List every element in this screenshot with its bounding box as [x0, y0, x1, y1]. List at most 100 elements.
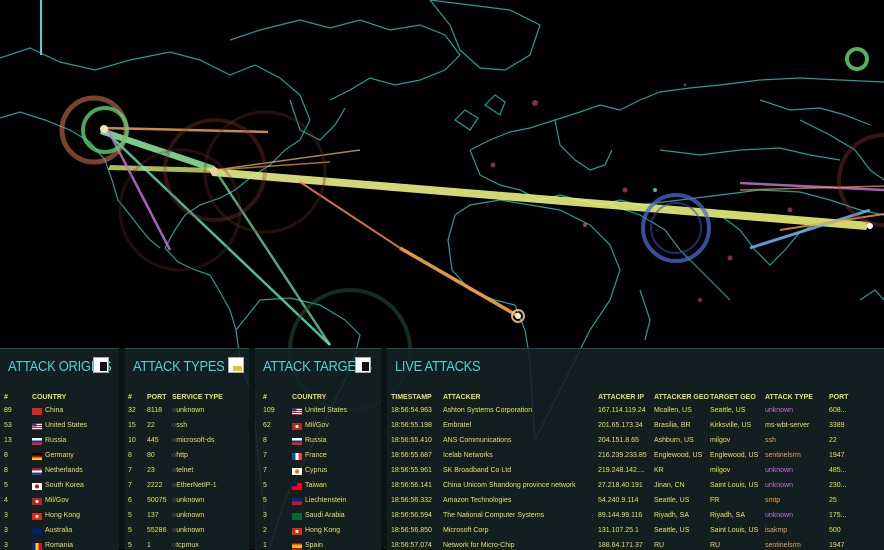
port-number: 23	[147, 467, 155, 474]
service-type: ssh	[172, 422, 187, 429]
list-item[interactable]: 2 Hong Kong	[255, 527, 381, 542]
hk-flag-icon	[292, 528, 302, 535]
port-number: 1	[147, 542, 151, 549]
cy-flag-icon	[292, 468, 302, 475]
table-row[interactable]: 18:56:56.332 Amazon Technologies 54.240.9.…	[387, 497, 884, 512]
table-row[interactable]: 18:56:56.594 The National Computer System…	[387, 512, 884, 527]
col-service-header: SERVICE TYPE	[172, 394, 223, 401]
list-item[interactable]: 4 Mil/Gov	[0, 497, 119, 512]
target-geo: Saint Louis, US	[710, 482, 759, 489]
attack-count: 62	[263, 422, 271, 429]
attack-count: 7	[263, 467, 267, 474]
attacker-ip: 167.114.119.24	[598, 407, 646, 414]
col-attacker-header: ATTACKER	[443, 394, 481, 401]
attack-type: isakmp	[765, 527, 788, 534]
service-type: tcpmux	[172, 542, 199, 549]
table-row[interactable]: 18:56:55.198 Embratel 201.65.173.34 Brasili…	[387, 422, 884, 437]
attacker-geo: Jinan, CN	[654, 482, 685, 489]
col-target-geo-header: TARGET GEO	[710, 394, 756, 401]
attacker-name: The National Computer Systems	[443, 512, 545, 519]
country-name: South Korea	[45, 482, 84, 489]
attacker-geo: RU	[654, 542, 665, 549]
list-item[interactable]: 7 23 telnet	[125, 467, 249, 482]
port-number: 3389	[829, 422, 845, 429]
attack-type: unknown	[765, 467, 794, 474]
list-item[interactable]: 10 445 microsoft-ds	[125, 437, 249, 452]
list-item[interactable]: 3 Australia	[0, 527, 119, 542]
attacker-geo: Riyadh, SA	[654, 512, 690, 519]
hk-flag-icon	[32, 513, 42, 520]
attack-type: unknown	[765, 482, 794, 489]
country-name: United States	[45, 422, 88, 429]
attack-count: 8	[4, 467, 8, 474]
country-name: France	[305, 452, 327, 459]
attack-count: 7	[128, 467, 132, 474]
attacker-name: China Unicom Shandong province network	[443, 482, 576, 489]
table-row[interactable]: 18:56:55.961 SK Broadband Co Ltd 219.248.1…	[387, 467, 884, 482]
country-name: Netherlands	[45, 467, 83, 474]
list-item[interactable]: 5 Taiwan	[255, 482, 381, 497]
attack-type: ssh	[765, 437, 776, 444]
service-type: unknown	[172, 407, 204, 414]
list-item[interactable]: 5 Liechtenstein	[255, 497, 381, 512]
col-count-header: #	[4, 394, 8, 401]
list-item[interactable]: 8 Netherlands	[0, 467, 119, 482]
list-item[interactable]: 5 South Korea	[0, 482, 119, 497]
col-port-header: PORT	[147, 394, 167, 401]
list-item[interactable]: 109 United States	[255, 407, 381, 422]
list-item[interactable]: 6 50075 unknown	[125, 497, 249, 512]
table-row[interactable]: 18:56:55.687 Icelab Networks 216.239.233.8…	[387, 452, 884, 467]
cn-flag-icon	[32, 408, 42, 415]
table-row[interactable]: 18:56:56.141 China Unicom Shandong provin…	[387, 482, 884, 497]
list-item[interactable]: 5 137 unknown	[125, 512, 249, 527]
port-number: 445	[147, 437, 159, 444]
table-row[interactable]: 18:56:54.963 Ashton Systems Corporation 16…	[387, 407, 884, 422]
list-item[interactable]: 8 Germany	[0, 452, 119, 467]
list-item[interactable]: 8 Russia	[255, 437, 381, 452]
timestamp: 18:56:55.687	[391, 452, 432, 459]
country-name: Australia	[45, 527, 73, 534]
list-item[interactable]: 8 80 http	[125, 452, 249, 467]
attack-count: 8	[263, 437, 267, 444]
table-row[interactable]: 18:56:56.850 Microsoft Corp 131.107.25.1 Se…	[387, 527, 884, 542]
list-item[interactable]: 53 United States	[0, 422, 119, 437]
port-number: 22	[147, 422, 155, 429]
attack-count: 53	[4, 422, 12, 429]
list-item[interactable]: 15 22 ssh	[125, 422, 249, 437]
attacker-geo: Ashburn, US	[654, 437, 694, 444]
country-name: Liechtenstein	[305, 497, 347, 504]
list-item[interactable]: 7 Cyprus	[255, 467, 381, 482]
attacker-geo: Brasilia, BR	[654, 422, 691, 429]
list-item[interactable]: 5 55286 unknown	[125, 527, 249, 542]
port-number: 485...	[829, 467, 847, 474]
list-item[interactable]: 13 Russia	[0, 437, 119, 452]
timestamp: 18:56:56.141	[391, 482, 432, 489]
list-item[interactable]: 7 2222 EtherNetIP-1	[125, 482, 249, 497]
attack-type: sentinelsrm	[765, 452, 801, 459]
list-item[interactable]: 3 Saudi Arabia	[255, 512, 381, 527]
panel-live-attacks: LIVE ATTACKS TIMESTAMP ATTACKER ATTACKER…	[387, 348, 884, 550]
list-item[interactable]: 89 China	[0, 407, 119, 422]
chart-toggle-icon[interactable]	[228, 357, 244, 373]
attack-count: 3	[263, 512, 267, 519]
list-item[interactable]: 3 Hong Kong	[0, 512, 119, 527]
attacker-name: Ashton Systems Corporation	[443, 407, 533, 414]
list-item[interactable]: 32 8118 unknown	[125, 407, 249, 422]
us-flag-icon	[32, 423, 42, 430]
col-country-header: COUNTRY	[32, 394, 67, 401]
country-name: China	[45, 407, 64, 414]
list-item[interactable]: 62 Mil/Gov	[255, 422, 381, 437]
attack-count: 7	[128, 482, 132, 489]
expand-toggle-icon[interactable]	[93, 357, 109, 373]
li-flag-icon	[292, 498, 302, 505]
attack-count: 15	[128, 422, 136, 429]
table-row[interactable]: 18:56:55.410 ANS Communications 204.151.8.…	[387, 437, 884, 452]
panel-attack-types: ATTACK TYPES # PORT SERVICE TYPE 32 8118 u…	[125, 348, 249, 550]
timestamp: 18:56:56.332	[391, 497, 432, 504]
expand-toggle-icon[interactable]	[355, 357, 371, 373]
port-number: 50075	[147, 497, 167, 504]
list-item[interactable]: 7 France	[255, 452, 381, 467]
attacker-geo: Seattle, US	[654, 497, 690, 504]
panel-title: ATTACK TYPES	[133, 358, 225, 375]
attack-type: unknown	[765, 512, 794, 519]
